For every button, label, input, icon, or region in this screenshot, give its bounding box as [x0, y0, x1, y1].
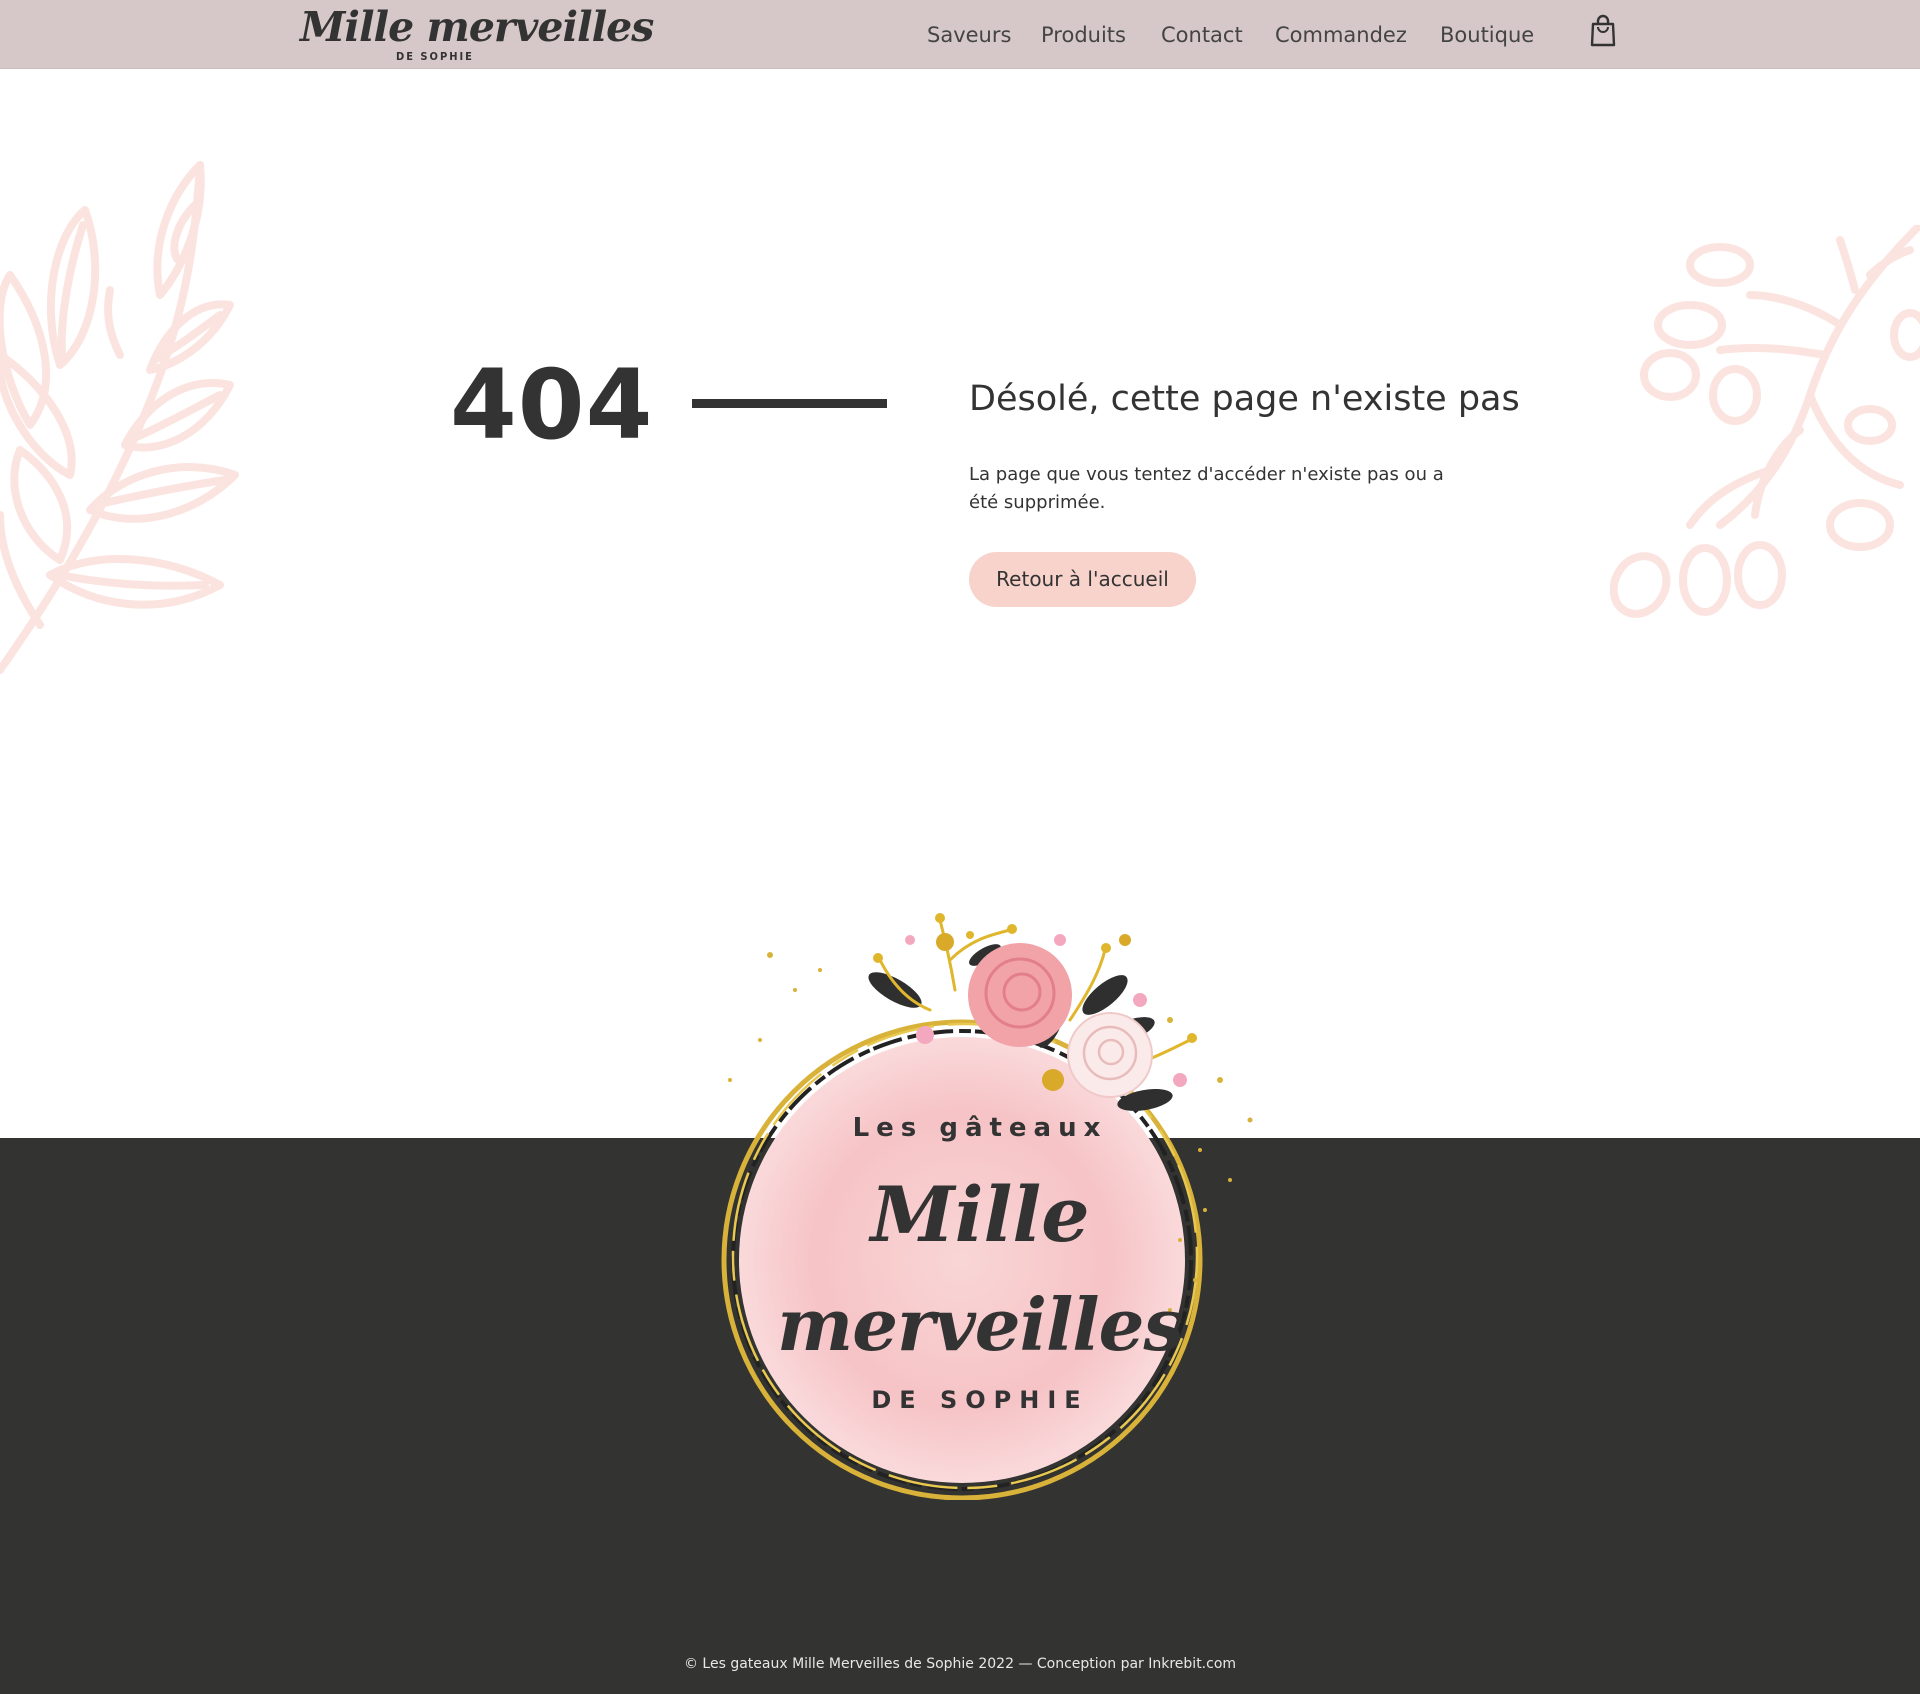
nav-item-produits[interactable]: Produits [1041, 20, 1126, 50]
footer-copyright: © Les gateaux Mille Merveilles de Sophie… [683, 1656, 1237, 1672]
branch-decoration-right [1610, 225, 1920, 618]
site-header: Mille merveilles DE SOPHIE Saveurs Produ… [0, 0, 1920, 69]
brand-logo[interactable]: Mille merveilles DE SOPHIE [300, 3, 654, 64]
nav-item-contact[interactable]: Contact [1161, 20, 1243, 50]
error-code: 404 [450, 349, 654, 461]
home-button[interactable]: Retour à l'accueil [969, 552, 1196, 607]
nav-item-saveurs[interactable]: Saveurs [927, 20, 1011, 50]
nav-item-commandez[interactable]: Commandez [1275, 20, 1407, 50]
error-title: Désolé, cette page n'existe pas [969, 379, 1520, 419]
divider-line [692, 399, 887, 408]
footer-badge-logo: Les gâteaux Mille merveilles DE SOPHIE [700, 880, 1340, 1500]
badge-line-les-gateaux: Les gâteaux [852, 1113, 1108, 1143]
error-description: La page que vous tentez d'accéder n'exis… [969, 464, 1444, 513]
badge-line-de-sophie: DE SOPHIE [871, 1386, 1089, 1414]
badge-line-mille: Mille [870, 1170, 1090, 1259]
shopping-bag-icon [1590, 14, 1616, 47]
brand-logo-script: Mille merveilles [300, 3, 654, 51]
nav-item-boutique[interactable]: Boutique [1440, 20, 1534, 50]
cart-button[interactable] [1588, 14, 1618, 48]
badge-text-group: Les gâteaux Mille merveilles DE SOPHIE [700, 880, 1260, 1500]
brand-logo-subtitle: DE SOPHIE [396, 50, 474, 63]
badge-line-merveilles: merveilles [777, 1282, 1184, 1367]
leaf-decoration-left [0, 161, 239, 674]
